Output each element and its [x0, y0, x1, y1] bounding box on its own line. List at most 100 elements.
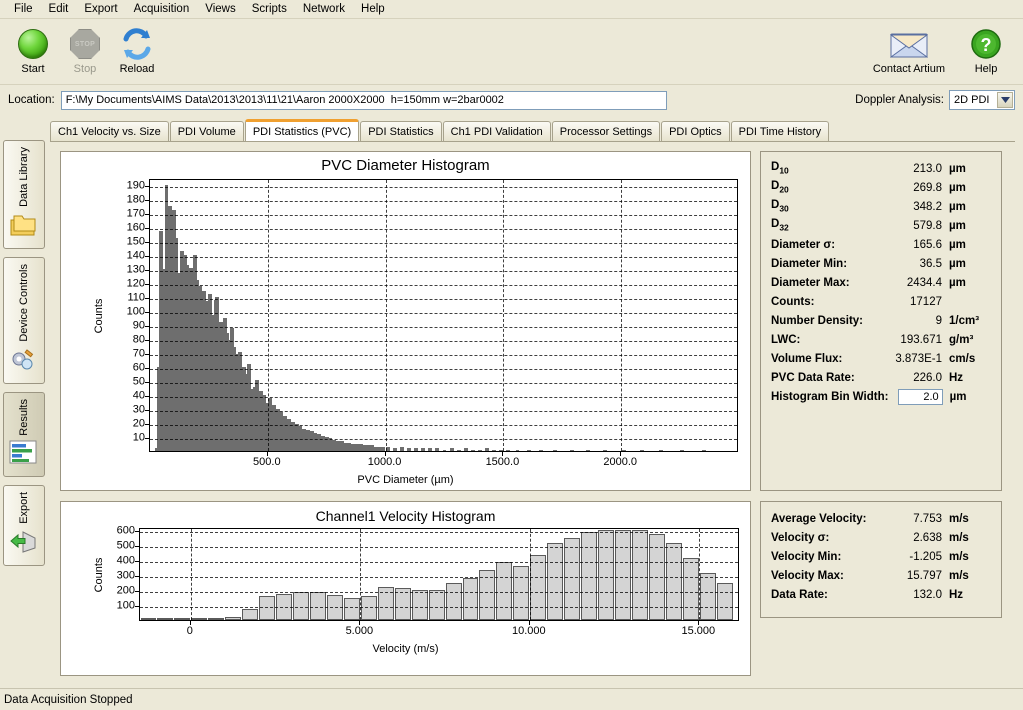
histogram-bar	[485, 448, 489, 451]
diameter-stat-row: D30348.2µm	[771, 197, 991, 216]
histogram-bar	[428, 448, 432, 451]
tab-ch1-velocity-vs-size[interactable]: Ch1 Velocity vs. Size	[50, 121, 169, 141]
histogram-bar	[157, 618, 173, 620]
grid-line-vertical	[386, 180, 387, 451]
histogram-bin-width-input[interactable]: 2.0	[898, 389, 943, 405]
envelope-icon	[890, 26, 928, 62]
doppler-analysis-select[interactable]: 2D PDI	[949, 90, 1015, 110]
sidebar-item-export[interactable]: Export	[3, 485, 45, 566]
diameter-stat-unit: g/m³	[949, 334, 991, 346]
svg-text:?: ?	[981, 35, 992, 55]
histogram-bar	[464, 448, 468, 451]
diameter-stat-value: 213.0	[887, 163, 949, 175]
pvc-diameter-plot-area: Counts PVC Diameter (µm) 102030405060708…	[61, 152, 750, 490]
histogram-bar	[603, 450, 607, 451]
diameter-stat-value: 9	[887, 315, 949, 327]
x-axis-tick-mark	[359, 621, 360, 625]
histogram-bar	[478, 450, 482, 451]
menu-item-acquisition[interactable]: Acquisition	[126, 1, 198, 17]
histogram-bar	[400, 447, 404, 451]
sidebar-item-results[interactable]: Results	[3, 392, 45, 478]
status-bar: Data Acquisition Stopped	[0, 688, 1023, 710]
menu-item-edit[interactable]: Edit	[41, 1, 77, 17]
help-button-label: Help	[975, 63, 998, 75]
reload-button[interactable]: Reload	[112, 24, 162, 75]
velocity-stat-key: Velocity σ:	[771, 532, 887, 544]
y-axis-tick-label: 110	[127, 293, 145, 304]
menu-item-file[interactable]: File	[6, 1, 41, 17]
y-axis-tick-label: 100	[117, 601, 135, 612]
location-label: Location:	[8, 94, 55, 106]
location-bar: Location: Doppler Analysis: 2D PDI	[0, 86, 1023, 114]
start-button[interactable]: Start	[8, 24, 58, 75]
grid-line-horizontal	[140, 547, 738, 548]
y-axis-tick-mark	[145, 270, 149, 271]
tab-label: PDI Statistics	[368, 126, 433, 138]
grid-line-horizontal	[150, 257, 737, 258]
menu-item-help[interactable]: Help	[353, 1, 393, 17]
y-axis-tick-label: 130	[127, 265, 145, 276]
grid-line-vertical	[621, 180, 622, 451]
velocity-histogram-panel: Channel1 Velocity Histogram Counts Veloc…	[60, 501, 751, 676]
x-axis-tick-mark	[502, 452, 503, 456]
histogram-bar	[407, 448, 411, 451]
y-axis-tick-mark	[145, 298, 149, 299]
tab-pdi-statistics[interactable]: PDI Statistics	[360, 121, 441, 141]
tab-processor-settings[interactable]: Processor Settings	[552, 121, 660, 141]
y-axis-tick-mark	[145, 312, 149, 313]
contact-artium-label: Contact Artium	[873, 63, 945, 75]
stop-button[interactable]: STOP Stop	[60, 24, 110, 75]
menu-item-export[interactable]: Export	[76, 1, 125, 17]
diameter-stat-unit: 1/cm³	[949, 315, 991, 327]
velocity-stat-row: Average Velocity:7.753m/s	[771, 509, 991, 528]
sidebar-item-device-controls[interactable]: Device Controls	[3, 257, 45, 384]
diameter-stat-key: PVC Data Rate:	[771, 372, 887, 384]
help-button[interactable]: ? Help	[959, 24, 1013, 75]
folders-icon	[9, 212, 39, 242]
contact-artium-button[interactable]: Contact Artium	[873, 24, 945, 75]
grid-line-horizontal	[150, 341, 737, 342]
tab-pdi-optics[interactable]: PDI Optics	[661, 121, 730, 141]
sidebar-item-data-library[interactable]: Data Library	[3, 140, 45, 249]
x-axis-tick-mark	[698, 621, 699, 625]
tab-pdi-statistics-pvc[interactable]: PDI Statistics (PVC)	[245, 119, 359, 141]
chevron-down-icon[interactable]	[997, 92, 1013, 108]
menu-item-views[interactable]: Views	[197, 1, 243, 17]
velocity-stat-value: 132.0	[887, 589, 949, 601]
diameter-stat-unit: µm	[950, 391, 991, 403]
histogram-bar	[463, 578, 479, 620]
grid-line-horizontal	[150, 425, 737, 426]
histogram-bar	[492, 450, 496, 451]
histogram-bar	[242, 609, 258, 620]
histogram-bar	[443, 450, 447, 451]
diameter-stat-unit: µm	[949, 182, 991, 194]
histogram-bar	[421, 448, 425, 451]
diameter-statistics-table: D10213.0µmD20269.8µmD30348.2µmD32579.8µm…	[761, 152, 1001, 406]
histogram-bar	[429, 590, 445, 620]
y-axis-tick-mark	[145, 410, 149, 411]
menu-item-network[interactable]: Network	[295, 1, 353, 17]
diameter-stat-row: PVC Data Rate:226.0Hz	[771, 368, 991, 387]
velocity-stat-unit: m/s	[949, 513, 991, 525]
diameter-stat-key: Diameter Min:	[771, 258, 887, 270]
velocity-stat-unit: m/s	[949, 532, 991, 544]
diameter-stat-row: D10213.0µm	[771, 159, 991, 178]
histogram-bar	[174, 618, 190, 620]
y-axis-tick-label: 20	[133, 419, 145, 430]
stat-key-subscript: 10	[779, 166, 788, 176]
location-input[interactable]	[61, 91, 667, 110]
y-axis-tick-label: 30	[133, 405, 145, 416]
menu-item-scripts[interactable]: Scripts	[244, 1, 295, 17]
y-axis-tick-mark	[135, 576, 139, 577]
diameter-stat-row: Volume Flux:3.873E-1cm/s	[771, 349, 991, 368]
diameter-stat-value: 165.6	[887, 239, 949, 251]
grid-line-vertical	[191, 529, 192, 620]
velocity-statistics-panel: Average Velocity:7.753m/sVelocity σ:2.63…	[760, 501, 1002, 618]
tab-pdi-volume[interactable]: PDI Volume	[170, 121, 244, 141]
tab-pdi-time-history[interactable]: PDI Time History	[731, 121, 830, 141]
tab-ch1-pdi-validation[interactable]: Ch1 PDI Validation	[443, 121, 551, 141]
diameter-stat-key: Diameter Max:	[771, 277, 887, 289]
velocity-stat-key: Velocity Min:	[771, 551, 887, 563]
grid-line-horizontal	[150, 355, 737, 356]
y-axis-tick-mark	[145, 284, 149, 285]
